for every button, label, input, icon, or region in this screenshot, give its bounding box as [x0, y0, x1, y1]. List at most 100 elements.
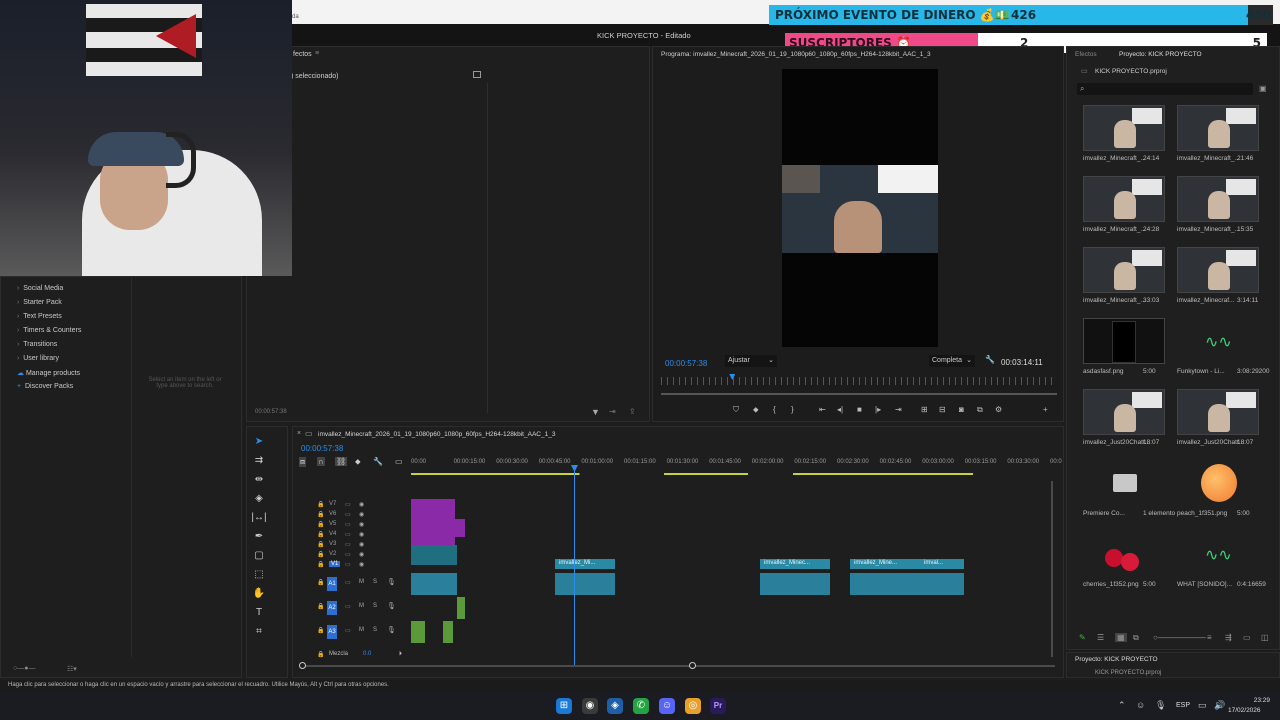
track-select-icon[interactable]: ⇉	[251, 454, 267, 468]
mic-icon[interactable]: 🎙	[1155, 700, 1166, 711]
lock-icon[interactable]: 🔒	[317, 521, 324, 528]
captions-icon[interactable]: ▭	[395, 457, 403, 466]
solo-button[interactable]: S	[373, 579, 377, 585]
shape-tool-icon[interactable]: ⬚	[251, 568, 267, 582]
video-track-header[interactable]: 🔒 V4 ▭ ◉	[315, 531, 385, 541]
timeline-clip[interactable]: imvallez_Minec...	[760, 559, 830, 569]
nest-icon[interactable]: ⧈	[299, 457, 307, 467]
lock-icon[interactable]: 🔒	[317, 561, 324, 568]
sort-icon[interactable]: ≡	[1207, 633, 1212, 642]
quality-dropdown[interactable]: Completa ⌄	[929, 355, 975, 367]
close-icon[interactable]: ×	[297, 430, 301, 437]
project-item-name[interactable]: imvallez_Minecraft_...	[1177, 155, 1240, 162]
tree-item-timers[interactable]: › Timers & Counters	[17, 327, 81, 334]
mic-icon[interactable]: 🎙	[387, 626, 396, 634]
playhead-handle[interactable]	[571, 465, 578, 472]
project-item-name[interactable]: imvallez_Minecraft_...	[1083, 155, 1146, 162]
video-track-header[interactable]: 🔒 V5 ▭ ◉	[315, 521, 385, 531]
sync-icon[interactable]: ▭	[345, 501, 351, 508]
project-item-name[interactable]: Funkytown - Li...	[1177, 368, 1225, 375]
menu-icon[interactable]: ≡	[315, 50, 319, 57]
timeline-playhead[interactable]	[574, 465, 575, 665]
audio-clip[interactable]	[555, 573, 615, 595]
sync-icon[interactable]: ▭	[345, 627, 351, 634]
lock-icon[interactable]: 🔒	[317, 651, 324, 658]
project-item-thumbnail[interactable]	[1177, 247, 1259, 293]
clock-date[interactable]: 17/02/2026	[1228, 707, 1261, 714]
lock-icon[interactable]: 🔒	[317, 579, 324, 586]
app-icon[interactable]: ◈	[607, 698, 623, 714]
filter-icon[interactable]: ▼	[591, 407, 600, 417]
eye-icon[interactable]: ◉	[359, 551, 364, 558]
clock-time[interactable]: 23:29	[1238, 697, 1270, 704]
razor-icon[interactable]: ◈	[251, 492, 267, 506]
track-label[interactable]: V6	[329, 511, 336, 517]
discord-tray-icon[interactable]: ☺	[1136, 700, 1145, 710]
project-item-thumbnail[interactable]	[1177, 176, 1259, 222]
project-item-name[interactable]: cherries_1f352.png	[1083, 581, 1139, 588]
caption-tool-icon[interactable]: ⌗	[251, 625, 267, 639]
camera-icon[interactable]: ◙	[959, 405, 964, 414]
eye-icon[interactable]: ◉	[359, 541, 364, 548]
sync-icon[interactable]: ▭	[345, 603, 351, 610]
scroll-handle-right[interactable]	[689, 662, 696, 669]
eye-icon[interactable]: ◉	[359, 521, 364, 528]
audio-clip[interactable]	[411, 573, 457, 595]
project-item-name[interactable]: Premiere Co...	[1083, 510, 1125, 517]
compare-icon[interactable]: ⧉	[977, 405, 983, 415]
track-label[interactable]: V2	[329, 551, 336, 557]
audio-track-header[interactable]: 🔒 A1 ▭ M S 🎙	[315, 577, 407, 593]
pencil-icon[interactable]: ✎	[1079, 633, 1086, 642]
discord-icon[interactable]: ☺	[659, 698, 675, 714]
project-item-thumbnail[interactable]	[1083, 389, 1165, 435]
marker-icon[interactable]: ⛉	[733, 405, 739, 415]
effects-tab[interactable]: fectos	[293, 51, 312, 58]
mix-value[interactable]: 0.0	[363, 651, 371, 657]
clip-purple-stack[interactable]	[411, 499, 455, 545]
manage-products-link[interactable]: ☁ Manage products	[17, 369, 80, 377]
mark-in-icon[interactable]: {	[773, 405, 776, 414]
list-view-icon[interactable]: ☰	[1097, 633, 1104, 642]
add-button-icon[interactable]: +	[1043, 405, 1048, 414]
track-label[interactable]: A1	[327, 577, 337, 591]
clip-video-lower[interactable]	[411, 545, 457, 565]
mute-button[interactable]: M	[359, 579, 364, 585]
selection-tool-icon[interactable]: ➤	[251, 435, 267, 449]
sync-icon[interactable]: ▭	[345, 541, 351, 548]
track-label[interactable]: V1	[329, 561, 341, 567]
timeline-clip[interactable]: imvallez_Mi...	[555, 559, 615, 569]
rectangle-tool-icon[interactable]: ▢	[251, 549, 267, 563]
icon-view-icon[interactable]: ▦	[1115, 633, 1127, 642]
lift-icon[interactable]: ⊞	[921, 405, 928, 414]
video-track-header[interactable]: 🔒 V2 ▭ ◉	[315, 551, 385, 561]
lock-icon[interactable]: 🔒	[317, 541, 324, 548]
video-track-header[interactable]: 🔒 V6 ▭ ◉	[315, 511, 385, 521]
tab-project[interactable]: Proyecto: KICK PROYECTO	[1119, 51, 1202, 58]
tab-effects[interactable]: Efectos	[1075, 51, 1097, 58]
mute-button[interactable]: M	[359, 603, 364, 609]
extract-icon[interactable]: ⊟	[939, 405, 946, 414]
slip-tool-icon[interactable]: |↔|	[251, 511, 267, 525]
project-item-name[interactable]: imvallez_Minecraft_...	[1083, 297, 1146, 304]
tree-item-text-presets[interactable]: › Text Presets	[17, 313, 62, 320]
project-item-name[interactable]: imvallez_Minecraf...	[1177, 297, 1234, 304]
video-track-header[interactable]: 🔒 V3 ▭ ◉	[315, 541, 385, 551]
volume-icon[interactable]: 🔊	[1214, 700, 1225, 711]
project-item-thumbnail[interactable]	[1083, 318, 1165, 364]
secondary-project-title[interactable]: Proyecto: KICK PROYECTO	[1075, 656, 1158, 663]
language-indicator[interactable]: ESP	[1176, 702, 1190, 709]
pen-tool-icon[interactable]: ✒	[251, 530, 267, 544]
project-item-name[interactable]: WHAT [SONIDO]...	[1177, 581, 1232, 588]
freeform-view-icon[interactable]: ⧉	[1133, 633, 1139, 643]
lock-icon[interactable]: 🔒	[317, 501, 324, 508]
track-label[interactable]: V4	[329, 531, 336, 537]
project-item-name[interactable]: imvallez_Just20Chatt...	[1177, 439, 1244, 446]
eye-icon[interactable]: ◉	[359, 531, 364, 538]
mic-icon[interactable]: 🎙	[387, 578, 396, 586]
chrome-icon[interactable]: ◎	[685, 698, 701, 714]
go-to-out-icon[interactable]: ⇥	[895, 405, 902, 414]
monitor-scrollbar[interactable]	[661, 393, 1057, 395]
project-item-thumbnail[interactable]	[1177, 389, 1259, 435]
project-item-thumbnail[interactable]	[1083, 176, 1165, 222]
sync-icon[interactable]: ▭	[345, 531, 351, 538]
